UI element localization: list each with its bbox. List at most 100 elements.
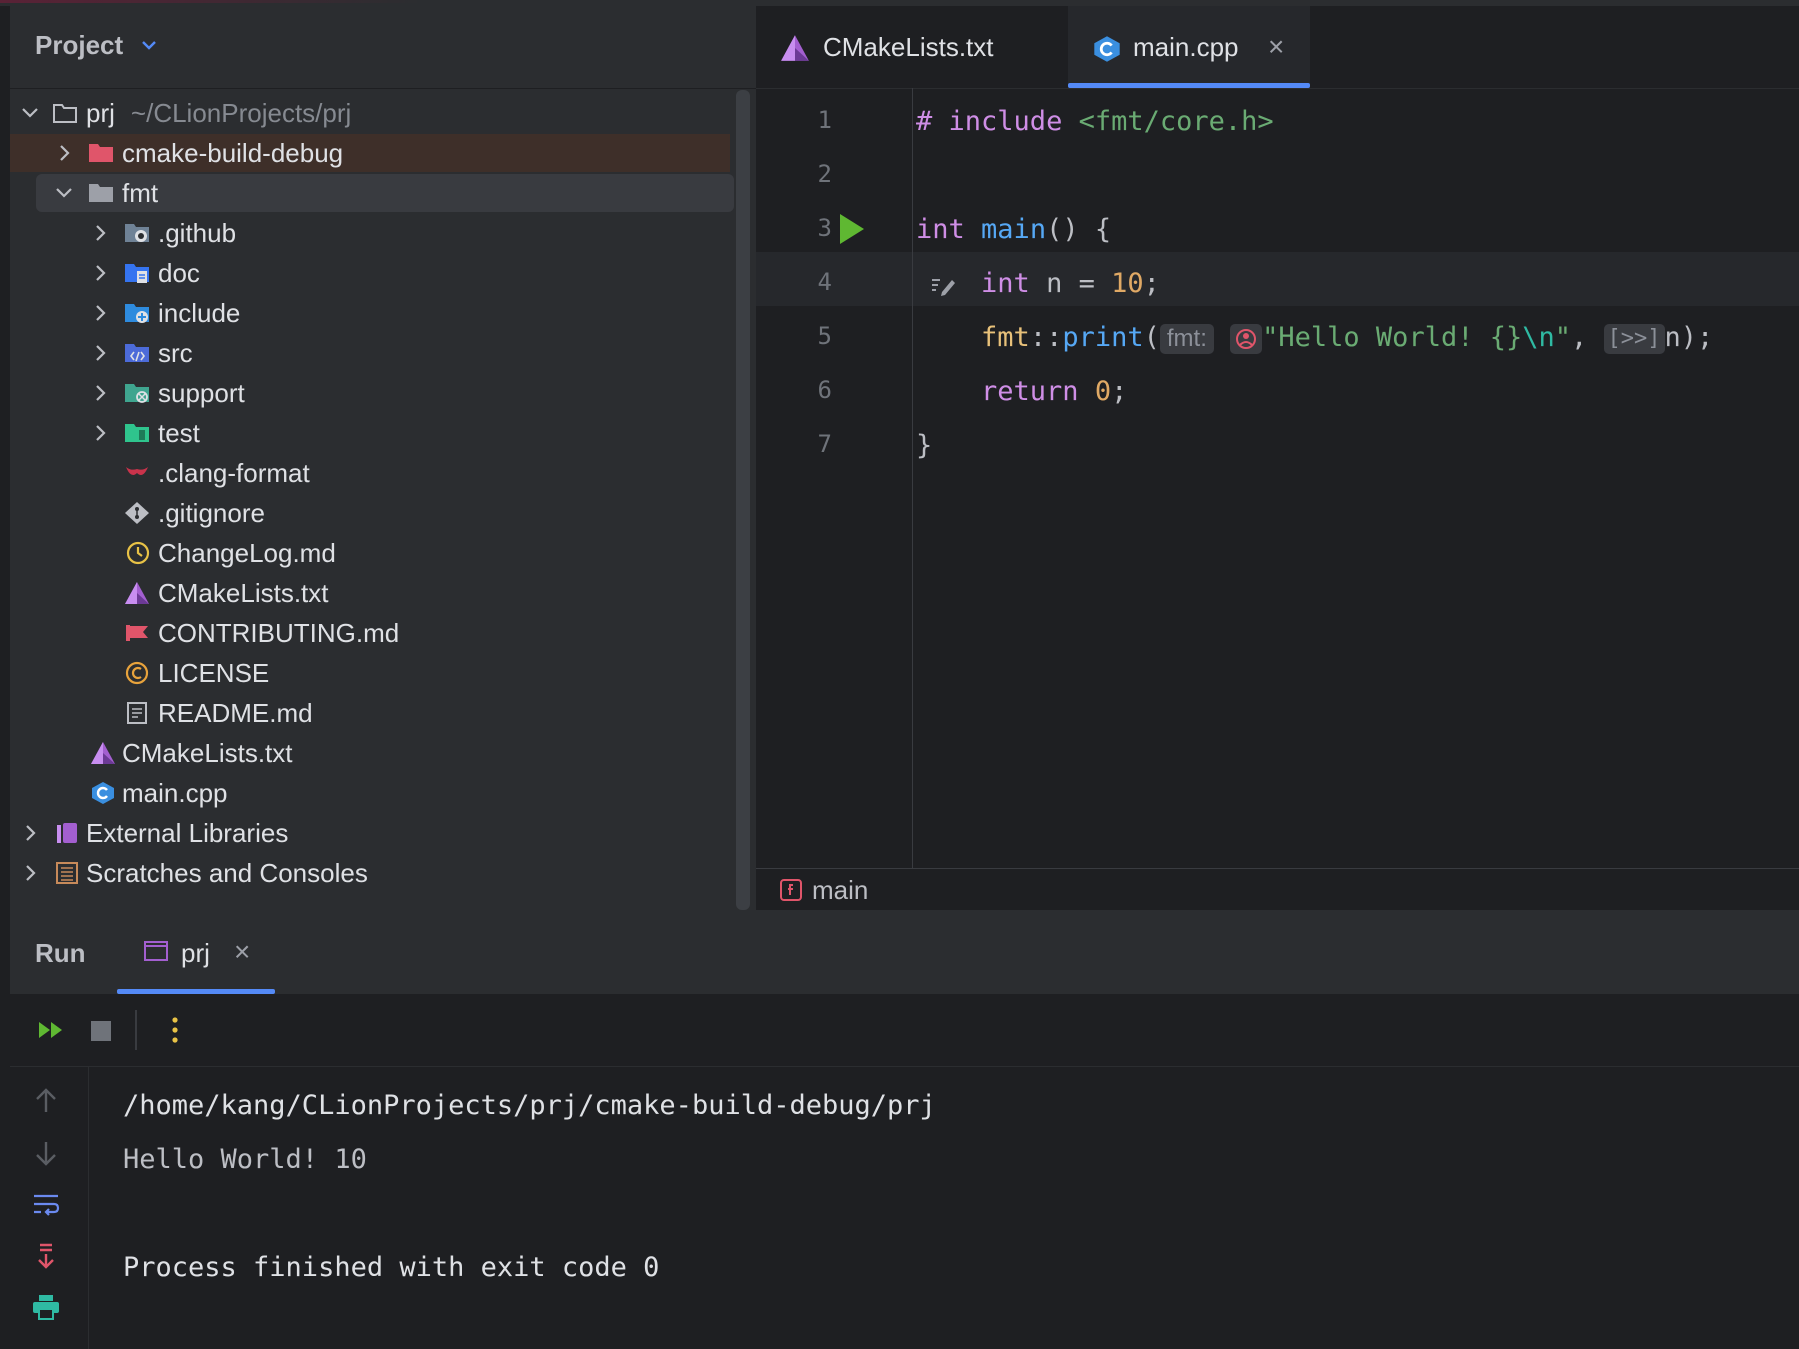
run-tab-label[interactable]: prj bbox=[181, 938, 210, 969]
license-icon bbox=[125, 661, 149, 685]
breadcrumb-item[interactable]: main bbox=[812, 875, 868, 906]
tree-item-label: .clang-format bbox=[158, 458, 310, 488]
tree-item[interactable]: CONTRIBUTING.md bbox=[10, 614, 730, 652]
tree-item-label: prj bbox=[86, 98, 115, 128]
run-tab-close-icon[interactable]: × bbox=[234, 936, 250, 968]
breadcrumb[interactable]: main bbox=[756, 868, 1799, 911]
tree-item[interactable]: LICENSE bbox=[10, 654, 730, 692]
arrow-up-icon[interactable] bbox=[34, 1088, 58, 1114]
chevron-right-icon[interactable] bbox=[90, 343, 110, 363]
format-hint bbox=[1230, 323, 1263, 354]
function-icon bbox=[780, 879, 802, 901]
chevron-right-icon[interactable] bbox=[54, 143, 74, 163]
stop-icon[interactable] bbox=[90, 1020, 112, 1042]
project-scrollbar[interactable] bbox=[736, 90, 750, 910]
more-options-icon[interactable] bbox=[170, 1016, 180, 1044]
tree-item-label: support bbox=[158, 378, 245, 408]
tree-item-label: fmt bbox=[122, 178, 159, 208]
run-header: Run prj × bbox=[10, 910, 1799, 994]
tree-item-label: .gitignore bbox=[158, 498, 265, 528]
project-tool-window: Project prj ~/CLionProjects/prj cmake-bui… bbox=[10, 6, 756, 910]
changelog-icon bbox=[126, 541, 150, 565]
chevron-right-icon[interactable] bbox=[90, 423, 110, 443]
libraries-icon bbox=[57, 823, 77, 843]
tree-item[interactable]: test bbox=[10, 414, 730, 452]
scroll-to-end-icon[interactable] bbox=[34, 1242, 58, 1270]
tree-item[interactable]: src bbox=[10, 334, 730, 372]
format-string-icon bbox=[1236, 329, 1257, 350]
line-number: 1 bbox=[817, 106, 832, 134]
rerun-icon[interactable] bbox=[37, 1018, 65, 1042]
tree-item[interactable]: .github bbox=[10, 214, 730, 252]
tab-cmakelists[interactable]: CMakeLists.txt bbox=[756, 6, 1066, 88]
editor: CMakeLists.txt main.cpp × 1 2 3 4 5 6 7 … bbox=[756, 6, 1799, 911]
cmake-icon bbox=[91, 742, 115, 764]
tree-item[interactable]: Scratches and Consoles bbox=[10, 854, 730, 892]
arrow-down-icon[interactable] bbox=[34, 1140, 58, 1166]
tree-item[interactable]: prj ~/CLionProjects/prj bbox=[10, 94, 730, 132]
console-line: /home/kang/CLionProjects/prj/cmake-build… bbox=[123, 1090, 936, 1121]
tree-item[interactable]: support bbox=[10, 374, 730, 412]
tree-item[interactable]: cmake-build-debug bbox=[10, 134, 730, 172]
readme-icon bbox=[127, 702, 147, 724]
project-title[interactable]: Project bbox=[35, 30, 123, 61]
excluded-folder-icon bbox=[89, 144, 113, 162]
argument-hint: [>>] bbox=[1603, 323, 1665, 354]
chevron-right-icon[interactable] bbox=[20, 863, 40, 883]
tree-item[interactable]: External Libraries bbox=[10, 814, 730, 852]
editor-gutter: 1 2 3 4 5 6 7 bbox=[756, 88, 913, 868]
code-line: # include <fmt/core.h> bbox=[916, 106, 1274, 137]
tab-label: CMakeLists.txt bbox=[823, 32, 994, 62]
folder-icon bbox=[89, 184, 113, 202]
line-number: 4 bbox=[817, 268, 832, 296]
cmake-icon bbox=[781, 35, 809, 61]
tree-item[interactable]: CMakeLists.txt bbox=[10, 574, 730, 612]
project-path: ~/CLionProjects/prj bbox=[130, 98, 352, 128]
edit-hint-icon[interactable] bbox=[930, 274, 958, 298]
folder-outline-icon bbox=[53, 104, 77, 123]
chevron-down-icon[interactable] bbox=[138, 34, 160, 56]
line-number: 6 bbox=[817, 376, 832, 404]
chevron-down-icon[interactable] bbox=[54, 183, 74, 203]
soft-wrap-icon[interactable] bbox=[32, 1192, 60, 1216]
tree-item[interactable]: doc bbox=[10, 254, 730, 292]
tree-item[interactable]: .gitignore bbox=[10, 494, 730, 532]
tab-main-cpp[interactable]: main.cpp × bbox=[1068, 6, 1310, 88]
tree-item-label: main.cpp bbox=[122, 778, 228, 808]
tree-item-label: CMakeLists.txt bbox=[158, 578, 329, 608]
tree-item[interactable]: fmt bbox=[36, 174, 734, 212]
tree-item-label: LICENSE bbox=[158, 658, 270, 688]
tree-item-label: test bbox=[158, 418, 200, 448]
tree-item[interactable]: README.md bbox=[10, 694, 730, 732]
tree-item-label: External Libraries bbox=[86, 818, 289, 848]
support-folder-icon bbox=[125, 384, 149, 403]
include-folder-icon bbox=[125, 304, 149, 323]
run-gutter-icon[interactable] bbox=[836, 212, 866, 246]
toolbar-divider bbox=[135, 1010, 137, 1050]
tree-item-label: CONTRIBUTING.md bbox=[158, 618, 400, 648]
tree-item[interactable]: CMakeLists.txt bbox=[10, 734, 730, 772]
tab-close-icon[interactable]: × bbox=[1268, 6, 1284, 88]
parameter-hint: fmt: bbox=[1159, 323, 1214, 354]
line-number: 7 bbox=[817, 430, 832, 458]
run-tool-window: Run prj × /home/kang/CLionProjects/prj/c… bbox=[10, 910, 1799, 1349]
tree-item[interactable]: include bbox=[10, 294, 730, 332]
tree-item[interactable]: ChangeLog.md bbox=[10, 534, 730, 572]
tree-item[interactable]: .clang-format bbox=[10, 454, 730, 492]
tree-item[interactable]: main.cpp bbox=[10, 774, 730, 812]
line-number: 3 bbox=[817, 214, 832, 242]
code-line: } bbox=[916, 430, 933, 461]
chevron-right-icon[interactable] bbox=[20, 823, 40, 843]
chevron-right-icon[interactable] bbox=[90, 303, 110, 323]
console-icon bbox=[144, 941, 168, 961]
chevron-right-icon[interactable] bbox=[90, 383, 110, 403]
code-area[interactable]: # include <fmt/core.h> int main() { int … bbox=[916, 88, 1796, 868]
chevron-right-icon[interactable] bbox=[90, 223, 110, 243]
chevron-down-icon[interactable] bbox=[20, 103, 40, 123]
tree-item-label: include bbox=[158, 298, 241, 328]
print-icon[interactable] bbox=[32, 1294, 60, 1320]
chevron-right-icon[interactable] bbox=[90, 263, 110, 283]
tree-item-label: README.md bbox=[158, 698, 313, 728]
tree-item-label: ChangeLog.md bbox=[158, 538, 336, 568]
code-line: return 0; bbox=[981, 376, 1128, 407]
